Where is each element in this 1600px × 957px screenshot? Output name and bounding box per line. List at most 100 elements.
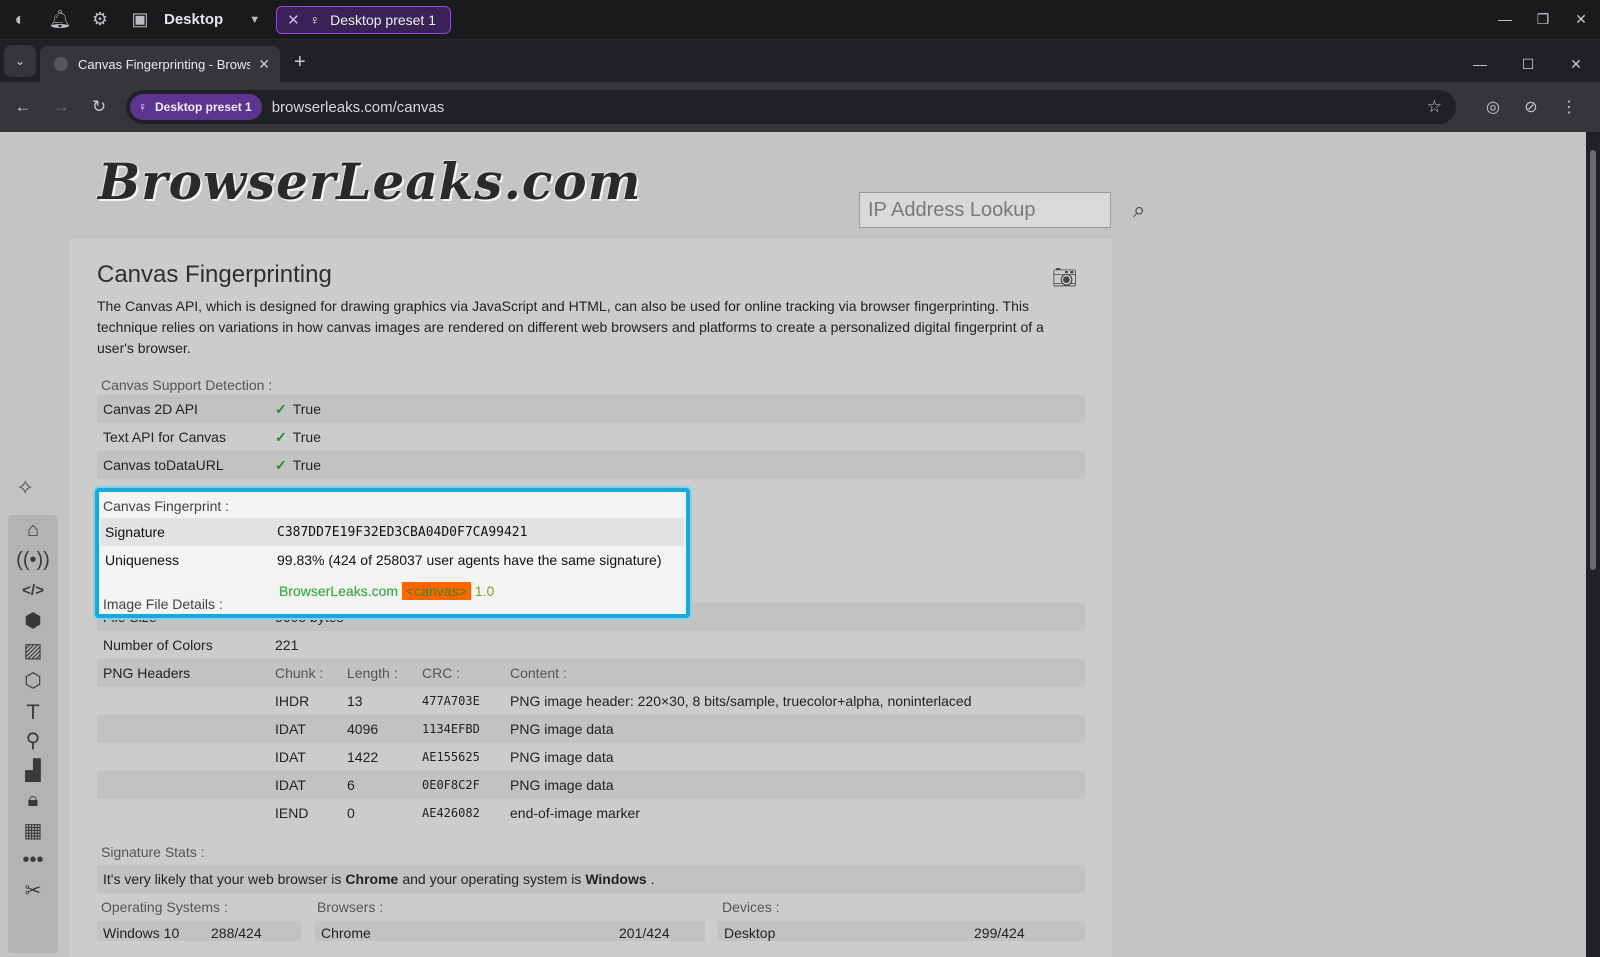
chunk-cell: IDAT [275,749,306,765]
page-description: The Canvas API, which is designed for dr… [97,298,1044,356]
support-value: True [292,457,322,473]
crc-cell: AE426082 [422,806,480,820]
gear-icon[interactable]: ⚙ [80,0,120,40]
browser-tab[interactable]: Canvas Fingerprinting - Browse ✕ [40,46,280,82]
stats-name: Windows 10 [103,925,180,941]
url-text[interactable]: browserleaks.com/canvas [272,99,1427,116]
signature-row: Signature C387DD7E19F32ED3CBA04D0F7CA994… [101,518,684,546]
tab-close-icon[interactable]: ✕ [258,56,270,73]
home-icon[interactable]: ⌂ [8,515,58,545]
content-cell: PNG image data [510,721,614,737]
stats-text: . [650,871,655,887]
close-icon[interactable]: ✕ [287,11,300,29]
text-icon[interactable]: Ｔ [8,695,58,725]
stats-cell: Desktop 299/424 [718,921,1085,941]
new-tab-icon[interactable]: + [294,51,306,74]
shield-icon[interactable]: ⬢ [8,605,58,635]
lock-icon[interactable]: 🔒︎ [8,785,58,815]
site-logo[interactable]: BrowserLeaks.com [98,152,642,211]
restore-icon[interactable]: ❐ [1524,11,1562,28]
desktop-icon[interactable]: ▣ [120,0,160,40]
image-icon[interactable]: ▨ [8,635,58,665]
tab-label: Canvas Fingerprinting - Browse [78,56,251,72]
menu-kebab-icon[interactable]: ⋮ [1550,97,1588,117]
code-icon[interactable]: </> [8,575,58,605]
account-icon[interactable]: ◎ [1474,97,1512,117]
stats-cell: Chrome 201/424 [315,921,705,941]
chunk-cell: IDAT [275,721,306,737]
profile-chip-label: Desktop preset 1 [155,100,252,114]
person-chip-icon: ♀ [138,100,147,114]
address-bar[interactable]: ♀ Desktop preset 1 browserleaks.com/canv… [126,90,1456,124]
stats-count: 299/424 [974,925,1025,941]
support-key: Canvas toDataURL [103,457,224,473]
app-title: Desktop [164,11,224,28]
reload-icon[interactable]: ↻ [80,97,118,117]
column-header: Devices : [722,899,780,915]
profile-chip[interactable]: ♀ Desktop preset 1 [130,94,262,120]
support-header: Canvas Support Detection : [101,377,273,393]
table-row: PNG Headers Chunk : Length : CRC : Conte… [97,659,1085,687]
tools-icon[interactable]: ✂ [8,875,58,905]
app-logo-icon[interactable]: ◐ [0,0,40,40]
browser-close-icon[interactable]: ✕ [1552,56,1600,73]
stats-count: 201/424 [619,925,670,941]
chevron-down-icon[interactable]: ▼ [249,14,260,26]
content-cell: PNG image header: 220×30, 8 bits/sample,… [510,693,972,709]
table-row: IDAT 6 0E0F8C2F PNG image data [97,771,1085,799]
support-value: True [292,401,322,417]
content-cell: PNG image data [510,749,614,765]
table-row: IHDR 13 477A703E PNG image header: 220×3… [97,687,1085,715]
column-header: CRC : [422,665,461,681]
bookmark-star-icon[interactable]: ☆ [1427,97,1442,117]
image-details-header: Image File Details : [103,596,223,612]
support-key: Canvas 2D API [103,401,198,417]
signature-label: Signature [105,524,165,540]
uniqueness-row: Uniqueness 99.83% (424 of 258037 user ag… [101,546,684,574]
table-row: IDAT 1422 AE155625 PNG image data [97,743,1085,771]
chunk-cell: IHDR [275,693,310,709]
page-scrollbar[interactable] [1586,132,1600,957]
more-icon[interactable]: ••• [8,845,58,875]
wall-icon[interactable]: ▦ [8,815,58,845]
length-cell: 4096 [347,721,379,737]
minimize-icon[interactable]: — [1486,11,1524,28]
scrollbar-thumb[interactable] [1590,150,1596,570]
location-pin-icon[interactable]: ⚲ [8,725,58,755]
crc-cell: AE155625 [422,750,480,764]
uniqueness-label: Uniqueness [105,552,179,568]
pin-icon[interactable]: ✧ [16,475,34,501]
broadcast-icon[interactable]: ((•)) [8,545,58,575]
tab-strip: ⌄ Canvas Fingerprinting - Browse ✕ + — ☐… [0,40,1600,82]
bell-icon[interactable]: 🔔︎ [40,0,80,40]
steps-icon[interactable]: ▟ [8,755,58,785]
search-icon[interactable]: ⌕ [1133,197,1145,223]
tab-search-icon[interactable]: ⌄ [4,45,36,77]
camera-off-icon[interactable]: ⊘ [1512,97,1550,117]
stats-count: 288/424 [211,925,262,941]
column-header: Browsers : [317,899,384,915]
close-window-icon[interactable]: ✕ [1562,11,1600,28]
back-icon[interactable]: ← [4,97,42,117]
cube-icon[interactable]: ⬡ [8,665,58,695]
stats-text: and your operating system is [402,871,582,887]
stats-os: Windows [585,871,647,887]
fingerprint-header: Canvas Fingerprint : [103,498,230,514]
browser-minimize-icon[interactable]: — [1456,56,1504,73]
preset-tab[interactable]: ✕ ♀ Desktop preset 1 [276,5,451,34]
support-row: Canvas 2D API ✓ True [97,395,1085,423]
signature-value: C387DD7E19F32ED3CBA04D0F7CA99421 [277,524,528,540]
ip-lookup-input[interactable] [860,193,1133,227]
canvas-text-a: BrowserLeaks.com [279,583,399,599]
column-header: Content : [510,665,567,681]
stats-text: It's very likely that your web browser i… [103,871,342,887]
camera-icon[interactable]: 📷︎ [1052,265,1077,290]
length-cell: 6 [347,777,355,793]
forward-icon[interactable]: → [42,97,80,117]
check-icon: ✓ [275,400,287,417]
browser-maximize-icon[interactable]: ☐ [1504,56,1552,73]
stats-summary: It's very likely that your web browser i… [97,865,1085,893]
crc-cell: 477A703E [422,694,480,708]
tools-rail: ⌂ ((•)) </> ⬢ ▨ ⬡ Ｔ ⚲ ▟ 🔒︎ ▦ ••• ✂ [8,515,58,953]
length-cell: 13 [347,693,363,709]
